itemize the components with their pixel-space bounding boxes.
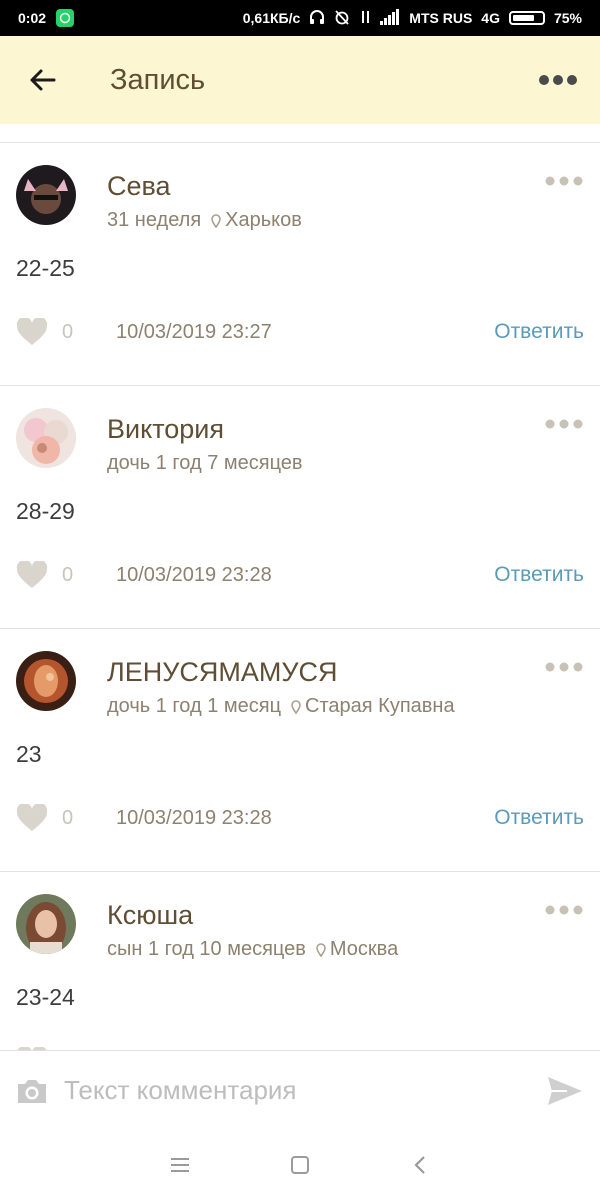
comment-item: Виктория дочь 1 год 7 месяцев 28-29 0 10…	[0, 386, 600, 629]
comment-text: 28-29	[16, 498, 75, 524]
comment-item: Ксюша сын 1 год 10 месяцев Москва 23-24	[0, 872, 600, 1050]
author-meta: дочь 1 год 7 месяцев	[107, 452, 303, 475]
headphones-icon	[309, 9, 325, 28]
reply-button[interactable]: Ответить	[494, 806, 584, 830]
menu-icon	[171, 1157, 189, 1172]
comment-input[interactable]: Текст комментария	[64, 1075, 530, 1106]
arrow-left-icon	[30, 69, 56, 91]
author-meta: дочь 1 год 1 месяц Старая Купавна	[107, 695, 455, 718]
like-button[interactable]	[16, 560, 50, 590]
battery-icon	[508, 11, 545, 25]
avatar[interactable]	[16, 651, 76, 711]
back-nav-button[interactable]	[400, 1145, 440, 1185]
app-bar: Запись	[0, 36, 600, 124]
avatar[interactable]	[16, 408, 76, 468]
comment-item: Сева 31 неделя Харьков 22-25 0 10/03/201…	[0, 143, 600, 386]
home-nav-button[interactable]	[280, 1145, 320, 1185]
author-location: Старая Купавна	[305, 695, 455, 717]
location-pin-icon	[211, 213, 221, 228]
data-transfer-icon	[359, 9, 371, 28]
comment-actions: 0 10/03/2019 23:28 Ответить	[16, 801, 584, 835]
comment-more-button[interactable]	[544, 900, 584, 920]
author-meta: 31 неделя Харьков	[107, 209, 302, 232]
alarm-off-icon	[334, 9, 350, 28]
chevron-left-icon	[414, 1155, 425, 1174]
more-dots-icon	[545, 176, 583, 186]
more-dots-icon	[545, 905, 583, 915]
status-carrier: MTS RUS	[409, 10, 473, 26]
heart-icon	[16, 318, 48, 345]
status-speed: 0,61КБ/с	[242, 10, 301, 26]
page-title: Запись	[110, 63, 206, 96]
status-bar: 0:02 0,61КБ/с MTS RUS 4G 75%	[0, 0, 600, 36]
menu-nav-button[interactable]	[160, 1145, 200, 1185]
more-options-button[interactable]	[516, 36, 600, 124]
status-time: 0:02	[18, 10, 47, 26]
author-status: сын 1 год 10 месяцев	[107, 938, 306, 960]
comment-more-button[interactable]	[544, 414, 584, 434]
whatsapp-notification-icon	[56, 9, 75, 27]
feed-top-spacer	[0, 124, 600, 143]
camera-icon	[18, 1079, 46, 1103]
status-network: 4G	[481, 10, 500, 26]
comment-item: ЛЕНУСЯМАМУСЯ дочь 1 год 1 месяц Старая К…	[0, 629, 600, 872]
author-name[interactable]: Виктория	[107, 414, 224, 445]
comment-date: 10/03/2019 23:28	[116, 806, 272, 829]
location-pin-icon	[291, 699, 301, 714]
author-meta: сын 1 год 10 месяцев Москва	[107, 938, 398, 961]
comment-input-bar: Текст комментария	[0, 1050, 600, 1130]
reply-button[interactable]: Ответить	[494, 320, 584, 344]
comment-actions: 0 10/03/2019 23:28 Ответить	[16, 558, 584, 592]
comment-date: 10/03/2019 23:28	[116, 563, 272, 586]
location-pin-icon	[316, 942, 326, 957]
comment-actions: 0 10/03/2019 23:27 Ответить	[16, 315, 584, 349]
like-count: 0	[62, 563, 74, 586]
author-location: Харьков	[225, 209, 302, 231]
author-location: Москва	[329, 938, 399, 960]
comment-text: 23-24	[16, 984, 75, 1010]
heart-icon	[16, 561, 48, 588]
home-square-icon	[291, 1155, 309, 1174]
comment-more-button[interactable]	[544, 171, 584, 191]
send-icon	[548, 1076, 582, 1105]
author-name[interactable]: ЛЕНУСЯМАМУСЯ	[107, 657, 338, 688]
author-status: 31 неделя	[107, 209, 202, 231]
reply-button[interactable]: Ответить	[494, 563, 584, 587]
attach-photo-button[interactable]	[0, 1051, 64, 1131]
avatar[interactable]	[16, 894, 76, 954]
author-status: дочь 1 год 1 месяц	[107, 695, 282, 717]
like-button[interactable]	[16, 803, 50, 833]
author-name[interactable]: Сева	[107, 171, 171, 202]
author-status: дочь 1 год 7 месяцев	[107, 452, 303, 474]
comment-more-button[interactable]	[544, 657, 584, 677]
more-dots-icon	[539, 75, 577, 85]
like-button[interactable]	[16, 317, 50, 347]
like-count: 0	[62, 320, 74, 343]
more-dots-icon	[545, 662, 583, 672]
signal-icon	[380, 8, 400, 28]
send-button[interactable]	[530, 1051, 600, 1131]
author-name[interactable]: Ксюша	[107, 900, 193, 931]
status-battery-percent: 75%	[553, 10, 582, 26]
heart-icon	[16, 804, 48, 831]
comment-text: 22-25	[16, 255, 75, 281]
system-navigation-bar	[0, 1130, 600, 1199]
comment-date: 10/03/2019 23:27	[116, 320, 272, 343]
like-count: 0	[62, 806, 74, 829]
comment-text: 23	[16, 741, 42, 767]
back-button[interactable]	[0, 36, 84, 124]
comments-feed[interactable]: Сева 31 неделя Харьков 22-25 0 10/03/201…	[0, 124, 600, 1050]
avatar[interactable]	[16, 165, 76, 225]
more-dots-icon	[545, 419, 583, 429]
